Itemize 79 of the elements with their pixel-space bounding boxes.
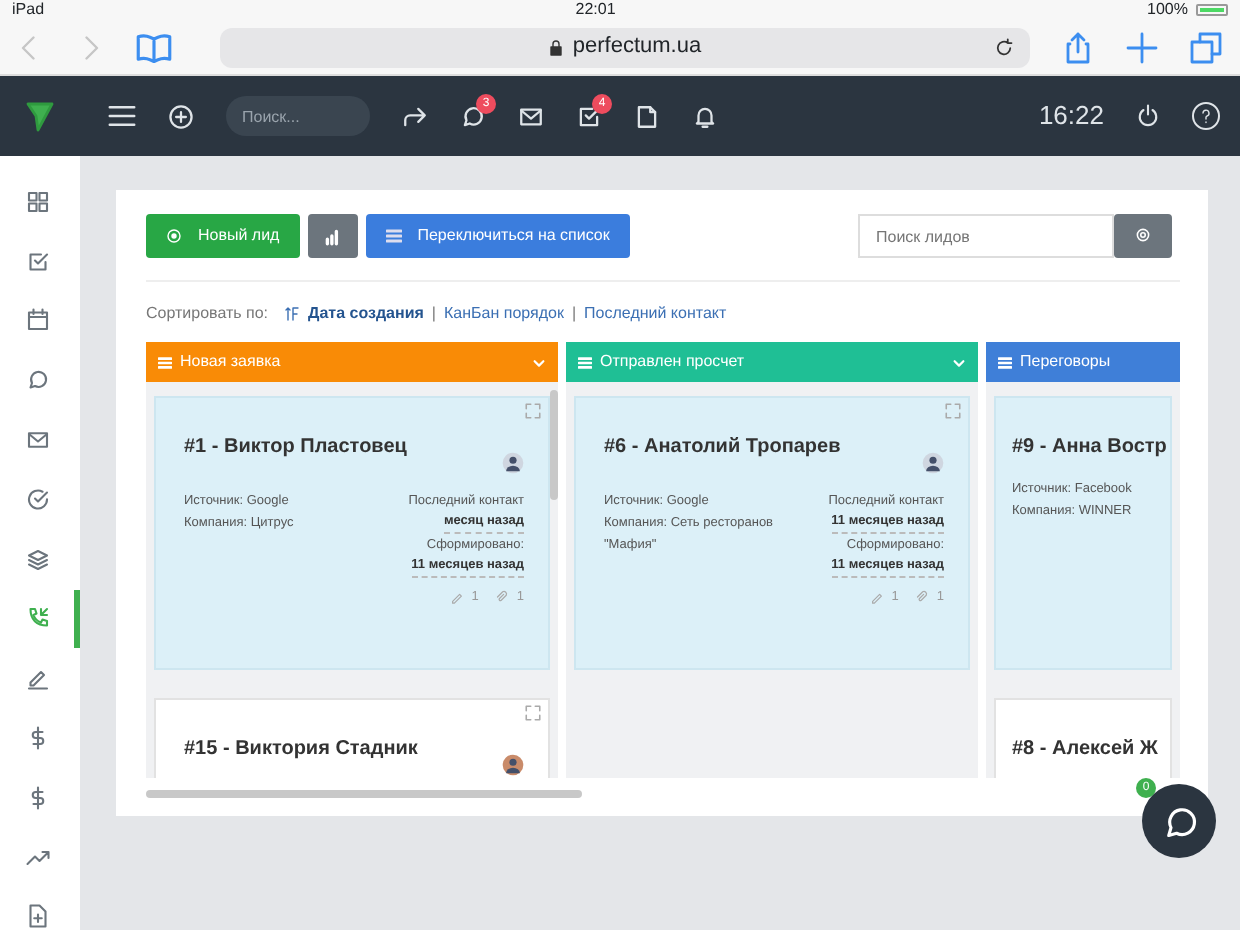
device-name: iPad: [12, 0, 45, 20]
card-title: #9 - Анна Востр: [1012, 434, 1167, 462]
mail-icon[interactable]: [518, 103, 544, 129]
card-title: #6 - Анатолий Тропарев: [604, 434, 841, 462]
pencil-icon: [449, 589, 464, 603]
sort-link[interactable]: Последний контакт: [584, 302, 727, 326]
file-plus-icon: [25, 904, 49, 929]
avatar-icon: [922, 452, 944, 474]
paperclip-icon: [914, 589, 929, 603]
pen-icon: [25, 666, 49, 691]
column-title: Новая заявка: [180, 350, 281, 374]
chevron-icon[interactable]: [952, 355, 966, 369]
mail-icon: [25, 428, 49, 453]
new-tab-icon[interactable]: [1126, 31, 1158, 63]
search-field[interactable]: Поиск...: [226, 96, 370, 136]
separator: |: [431, 302, 436, 326]
forward-icon[interactable]: [402, 103, 428, 129]
chart-button[interactable]: [307, 214, 358, 258]
column-header[interactable]: Переговоры: [986, 342, 1180, 382]
lead-search-field[interactable]: Поиск лидов: [858, 214, 1114, 258]
reload-icon[interactable]: [994, 37, 1014, 57]
sort-label: Сортировать по:: [146, 302, 269, 326]
chat-icon: [25, 368, 49, 393]
new-lead-button[interactable]: Новый лид: [146, 214, 300, 258]
chevron-icon[interactable]: [532, 355, 546, 369]
avatar-icon: [502, 754, 524, 776]
check-circle-icon: [25, 487, 49, 512]
column-title: Отправлен просчет: [600, 350, 745, 374]
settings-button[interactable]: [1114, 214, 1172, 258]
bookmarks-icon[interactable]: [136, 29, 172, 65]
menu-icon[interactable]: [108, 102, 136, 130]
header-clock: 16:22: [1038, 98, 1104, 135]
paperclip-icon: [494, 589, 509, 603]
bar-chart-icon: [323, 227, 342, 245]
list-icon: [998, 355, 1012, 369]
separator: |: [571, 302, 577, 326]
phone-icon: [25, 606, 49, 631]
lock-icon: [548, 39, 565, 55]
scrollbar[interactable]: [146, 790, 582, 798]
avatar-icon: [502, 452, 524, 474]
question-mark-drawing: [1198, 108, 1214, 124]
list-view-button[interactable]: Переключиться на список: [365, 214, 630, 258]
url-bar[interactable]: perfectum.ua: [220, 27, 1030, 67]
power-icon[interactable]: [1136, 104, 1160, 128]
grid-icon: [25, 189, 49, 214]
pencil-icon: [869, 589, 884, 603]
trend-icon: [25, 845, 49, 870]
sort-icon: [284, 306, 301, 322]
share-icon[interactable]: [1062, 31, 1094, 63]
expand-icon[interactable]: [524, 704, 542, 722]
task-icon[interactable]: [576, 103, 602, 129]
bell-icon[interactable]: [692, 103, 718, 129]
card-title: #8 - Алексей Ж: [1012, 736, 1158, 764]
layers-icon: [25, 547, 49, 572]
column-scrollbar[interactable]: [550, 390, 558, 500]
file-icon[interactable]: [634, 103, 660, 129]
list-icon: [578, 355, 592, 369]
add-circle-icon: [166, 228, 182, 244]
lead-card[interactable]: #15 - Виктория Стадник: [154, 698, 550, 778]
calendar-icon: [25, 308, 49, 333]
logo-icon[interactable]: [24, 100, 56, 132]
tabs-icon[interactable]: [1190, 31, 1222, 63]
list-icon[interactable]: [385, 228, 402, 244]
card-title: #15 - Виктория Стадник: [184, 736, 418, 764]
add-icon[interactable]: [168, 103, 194, 129]
column-title: Переговоры: [1020, 350, 1111, 374]
chat-icon: [1161, 803, 1197, 839]
card-title: #1 - Виктор Пластовец: [184, 434, 407, 462]
chat-icon[interactable]: [460, 103, 486, 129]
sort-link[interactable]: Дата создания: [284, 302, 424, 326]
list-icon: [158, 355, 172, 369]
help-icon[interactable]: [1192, 102, 1220, 130]
lead-card[interactable]: #8 - Алексей Ж: [994, 698, 1172, 778]
battery-icon: [1195, 4, 1228, 16]
battery-percent: 100%: [1147, 0, 1188, 20]
checkbox-icon: [25, 249, 49, 274]
settings-icon: [1134, 226, 1152, 245]
clock: 22:01: [575, 0, 616, 20]
sort-link[interactable]: КанБан порядок: [444, 302, 564, 326]
